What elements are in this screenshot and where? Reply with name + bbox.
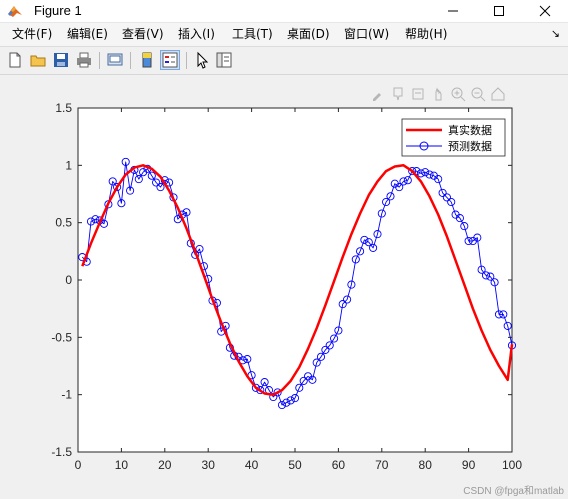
legend-label-true: 真实数据	[448, 123, 492, 137]
x-tick-label: 80	[419, 458, 433, 472]
x-tick-label: 100	[502, 458, 522, 472]
y-tick-label: -1	[61, 388, 72, 402]
y-tick-label: 1.5	[55, 101, 72, 115]
x-tick-label: 0	[75, 458, 82, 472]
legend[interactable]: 真实数据 预测数据	[401, 118, 506, 157]
x-tick-label: 50	[288, 458, 302, 472]
y-tick-label: 1	[65, 158, 72, 172]
x-tick-label: 20	[158, 458, 172, 472]
y-tick-label: 0	[65, 273, 72, 287]
y-tick-label: -0.5	[51, 330, 72, 344]
x-tick-label: 70	[375, 458, 389, 472]
x-tick-label: 40	[245, 458, 259, 472]
y-tick-label: -1.5	[51, 445, 72, 459]
x-tick-label: 60	[332, 458, 346, 472]
x-tick-label: 90	[462, 458, 476, 472]
legend-label-pred: 预测数据	[448, 139, 492, 153]
watermark: CSDN @fpga和matlab	[463, 486, 564, 497]
x-tick-label: 30	[202, 458, 216, 472]
x-tick-label: 10	[115, 458, 129, 472]
y-tick-label: 0.5	[55, 216, 72, 230]
line-chart: 0 10 20 30 40 50 60 70 80 90 100 1.5 1 0.5 0 -0.5 -1 -1.5…	[51, 101, 522, 472]
plot-area	[77, 107, 513, 453]
